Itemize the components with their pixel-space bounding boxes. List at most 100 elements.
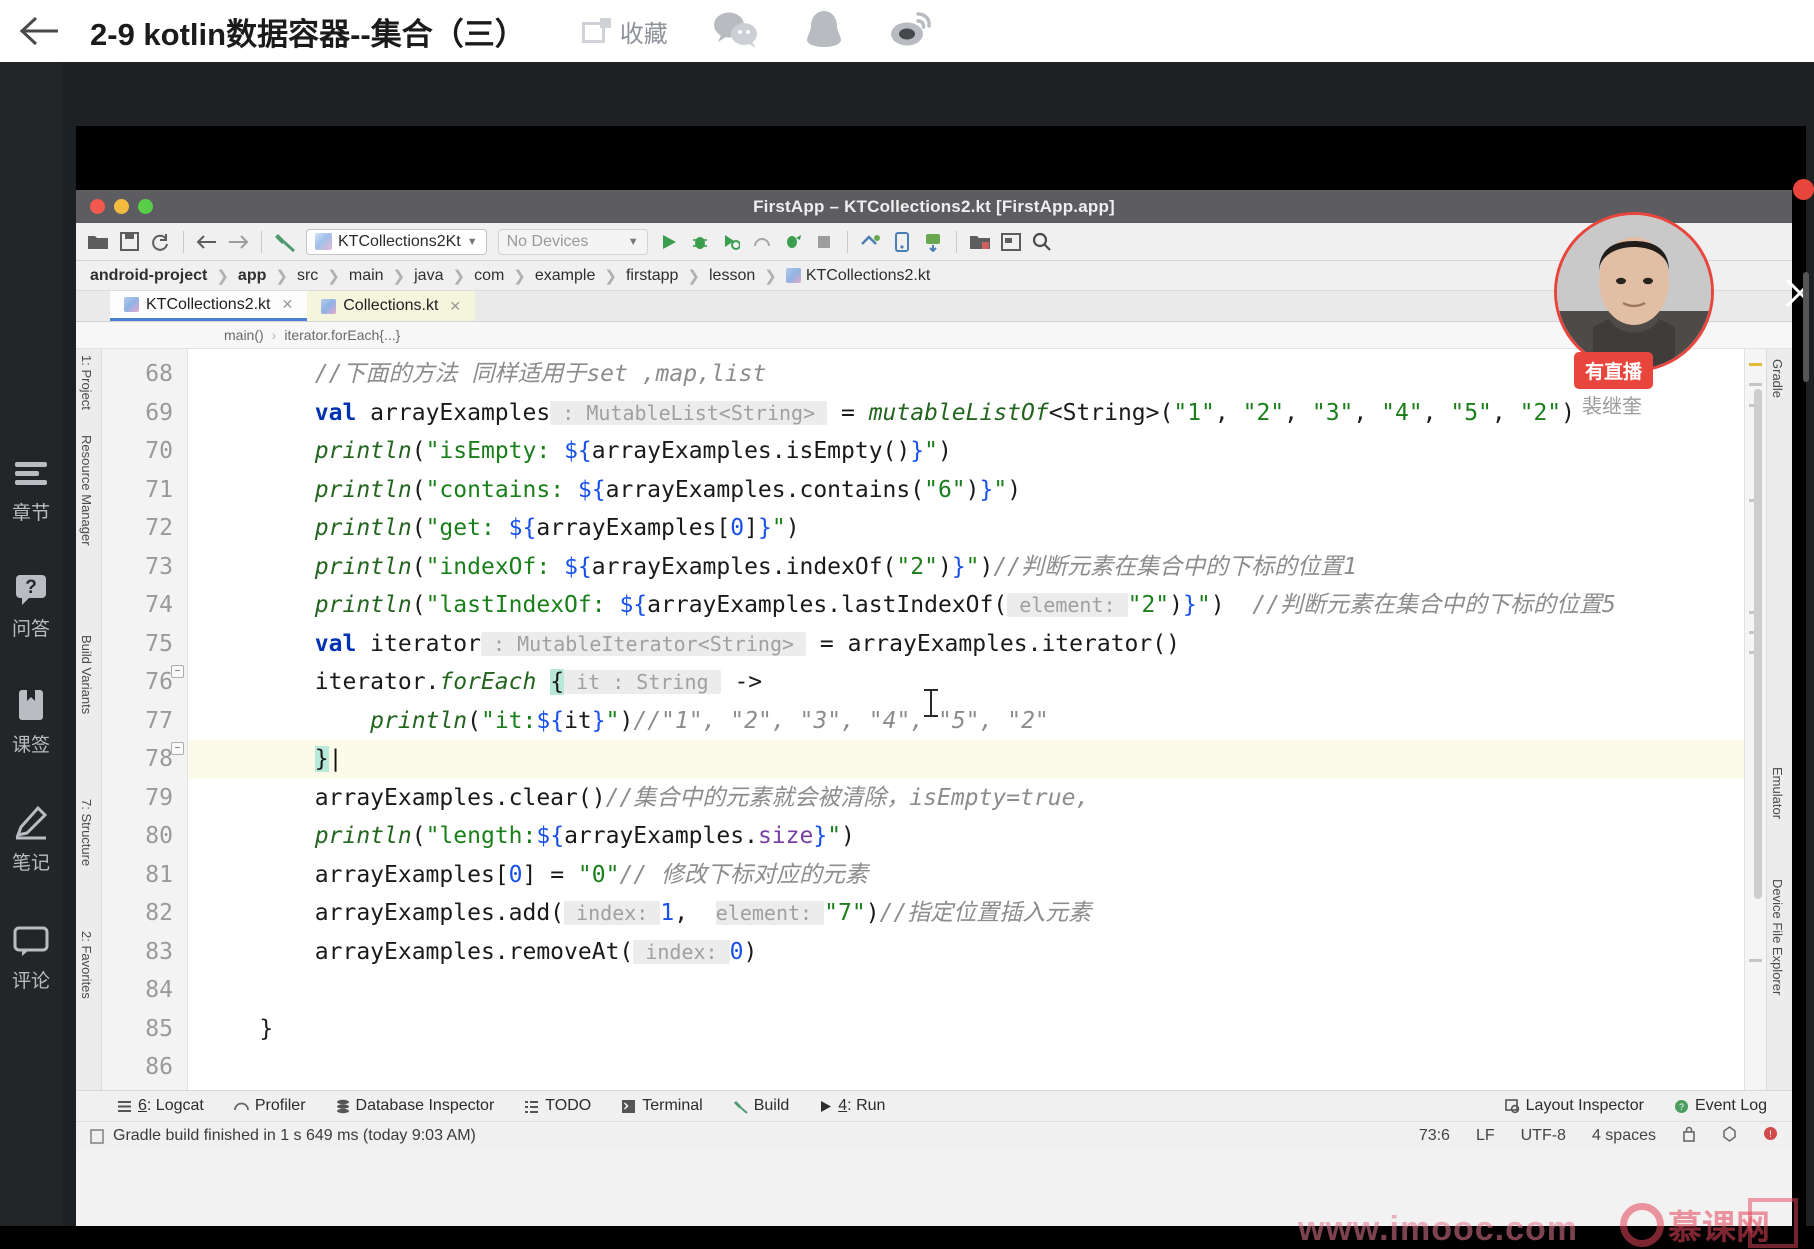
sidebar-item-bookmark[interactable]: 课签 [0, 686, 62, 757]
code-line[interactable]: arrayExamples.clear()//集合中的元素就会被清除，isEmp… [188, 779, 1744, 818]
breadcrumb-separator: ❯ [764, 267, 777, 285]
save-icon[interactable] [115, 228, 143, 256]
tool-tab-database-inspector[interactable]: Database Inspector [321, 1097, 510, 1115]
tool-tab-terminal[interactable]: Terminal [606, 1097, 717, 1115]
close-tab-icon[interactable]: ✕ [449, 298, 461, 315]
tool-button-favorites[interactable]: 2: Favorites [79, 931, 94, 999]
code-line[interactable]: }| [188, 740, 1744, 779]
code-line[interactable] [188, 1048, 1744, 1087]
run-configuration-selector[interactable]: KTCollections2Kt ▼ [306, 228, 487, 255]
debug-icon[interactable] [686, 228, 714, 256]
breadcrumb-item[interactable]: android-project [90, 267, 207, 285]
overview-ruler[interactable] [1744, 349, 1766, 1090]
breadcrumb-item[interactable]: app [238, 267, 266, 285]
attach-debugger-icon[interactable] [779, 228, 807, 256]
sidebar-item-notes[interactable]: 笔记 [0, 804, 62, 875]
breadcrumb-item[interactable]: java [414, 267, 443, 285]
device-selector[interactable]: No Devices ▼ [497, 228, 648, 255]
device-manager-icon[interactable] [888, 228, 916, 256]
code-fold-toggle[interactable]: − [171, 665, 184, 678]
structure-item-main[interactable]: main() [224, 327, 264, 343]
code-line[interactable]: println("contains: ${arrayExamples.conta… [188, 471, 1744, 510]
code-line[interactable]: println("indexOf: ${arrayExamples.indexO… [188, 548, 1744, 587]
tool-tab-todo[interactable]: TODO [509, 1097, 606, 1115]
search-icon[interactable] [1028, 228, 1056, 256]
favorite-button[interactable]: 收藏 [581, 14, 668, 49]
breadcrumb-item[interactable]: example [535, 267, 595, 285]
breadcrumb-item[interactable]: src [297, 267, 318, 285]
code-line[interactable]: println("lastIndexOf: ${arrayExamples.la… [188, 586, 1744, 625]
structure-item-foreach[interactable]: iterator.forEach{...} [284, 327, 400, 343]
inspection-icon[interactable] [1722, 1125, 1737, 1147]
tool-tab-logcat[interactable]: 6: Logcat [102, 1097, 219, 1115]
sdk-manager-icon[interactable] [919, 228, 947, 256]
caret-position[interactable]: 73:6 [1419, 1127, 1450, 1145]
build-hammer-icon[interactable] [271, 228, 299, 256]
sidebar-item-qa[interactable]: ? 问答 [0, 570, 62, 641]
tab-ktcollections2[interactable]: KTCollections2.kt ✕ [110, 291, 308, 321]
line-separator[interactable]: LF [1476, 1127, 1495, 1145]
breadcrumb-item[interactable]: com [474, 267, 504, 285]
lock-icon[interactable] [1682, 1126, 1696, 1147]
tool-button-structure[interactable]: 7: Structure [79, 799, 94, 866]
tool-tab-event-log[interactable]: ? Event Log [1659, 1097, 1782, 1115]
back-button[interactable] [10, 14, 70, 48]
open-folder-icon[interactable] [84, 228, 112, 256]
code-line[interactable]: arrayExamples.removeAt( index: 0) [188, 933, 1744, 972]
code-line[interactable]: println("get: ${arrayExamples[0]}") [188, 509, 1744, 548]
tool-tab-layout-inspector[interactable]: Layout Inspector [1490, 1097, 1659, 1115]
avd-manager-icon[interactable] [857, 228, 885, 256]
code-line[interactable]: arrayExamples[0] = "0"// 修改下标对应的元素 [188, 856, 1744, 895]
stop-icon[interactable] [810, 228, 838, 256]
project-structure-icon[interactable] [966, 228, 994, 256]
code-line[interactable]: println("length:${arrayExamples.size}") [188, 817, 1744, 856]
profile-icon[interactable] [748, 228, 776, 256]
tool-button-device-file-explorer[interactable]: Device File Explorer [1770, 879, 1785, 995]
tool-button-gradle[interactable]: Gradle [1770, 359, 1785, 398]
weibo-icon[interactable] [888, 9, 932, 54]
breadcrumb-item-file[interactable]: KTCollections2.kt [785, 267, 930, 285]
code-fold-toggle[interactable]: − [171, 742, 184, 755]
tab-collections[interactable]: Collections.kt ✕ [307, 291, 476, 321]
layout-editor-icon[interactable] [997, 228, 1025, 256]
error-icon[interactable]: ! [1763, 1126, 1778, 1146]
run-coverage-icon[interactable] [717, 228, 745, 256]
code-line[interactable] [188, 971, 1744, 1010]
page-scrollbar-thumb[interactable] [1803, 272, 1809, 382]
code-line[interactable]: iterator.forEach { it : String -> [188, 663, 1744, 702]
code-line[interactable]: println("isEmpty: ${arrayExamples.isEmpt… [188, 432, 1744, 471]
tool-tab-build[interactable]: Build [718, 1097, 805, 1115]
wechat-icon[interactable] [712, 9, 760, 54]
sidebar-item-comments[interactable]: 评论 [0, 922, 62, 993]
file-encoding[interactable]: UTF-8 [1521, 1127, 1566, 1145]
tool-tab-run[interactable]: 4: Run [804, 1097, 900, 1115]
code-line[interactable]: arrayExamples.add( index: 1, element: "7… [188, 894, 1744, 933]
code-line[interactable]: println("it:${it}")//"1", "2", "3", "4",… [188, 702, 1744, 741]
video-stage[interactable]: FirstApp – KTCollections2.kt [FirstApp.a… [76, 126, 1806, 1226]
forward-icon[interactable] [224, 228, 252, 256]
tool-tab-profiler[interactable]: Profiler [219, 1097, 321, 1115]
tool-button-emulator[interactable]: Emulator [1770, 767, 1785, 819]
code-line[interactable]: val arrayExamples : MutableList<String> … [188, 394, 1744, 433]
tool-button-build-variants[interactable]: Build Variants [79, 635, 94, 714]
sidebar-item-chapters[interactable]: 章节 [0, 454, 62, 525]
code-editor[interactable]: 1: Project Resource Manager Build Varian… [76, 349, 1792, 1090]
editor-scrollbar-thumb[interactable] [1754, 389, 1762, 899]
qq-icon[interactable] [804, 8, 844, 55]
code-line[interactable]: } [188, 1010, 1744, 1049]
tool-button-resource-manager[interactable]: Resource Manager [79, 435, 94, 546]
sync-icon[interactable] [146, 228, 174, 256]
indent-setting[interactable]: 4 spaces [1592, 1127, 1656, 1145]
code-line[interactable]: val iterator : MutableIterator<String> =… [188, 625, 1744, 664]
code-text[interactable]: //下面的方法 同样适用于set ,map,list val arrayExam… [188, 349, 1744, 1090]
breadcrumb-item[interactable]: firstapp [626, 267, 678, 285]
breadcrumb-item[interactable]: main [349, 267, 384, 285]
code-line[interactable]: //下面的方法 同样适用于set ,map,list [188, 355, 1744, 394]
run-icon[interactable] [655, 228, 683, 256]
close-tab-icon[interactable]: ✕ [282, 296, 294, 313]
back-icon[interactable] [193, 228, 221, 256]
tool-button-project[interactable]: 1: Project [79, 355, 94, 410]
code-token: arrayExamples.isEmpty() [591, 438, 911, 464]
breadcrumb-item[interactable]: lesson [709, 267, 755, 285]
presenter-camera[interactable]: 有直播 裴继奎 [1554, 212, 1724, 418]
